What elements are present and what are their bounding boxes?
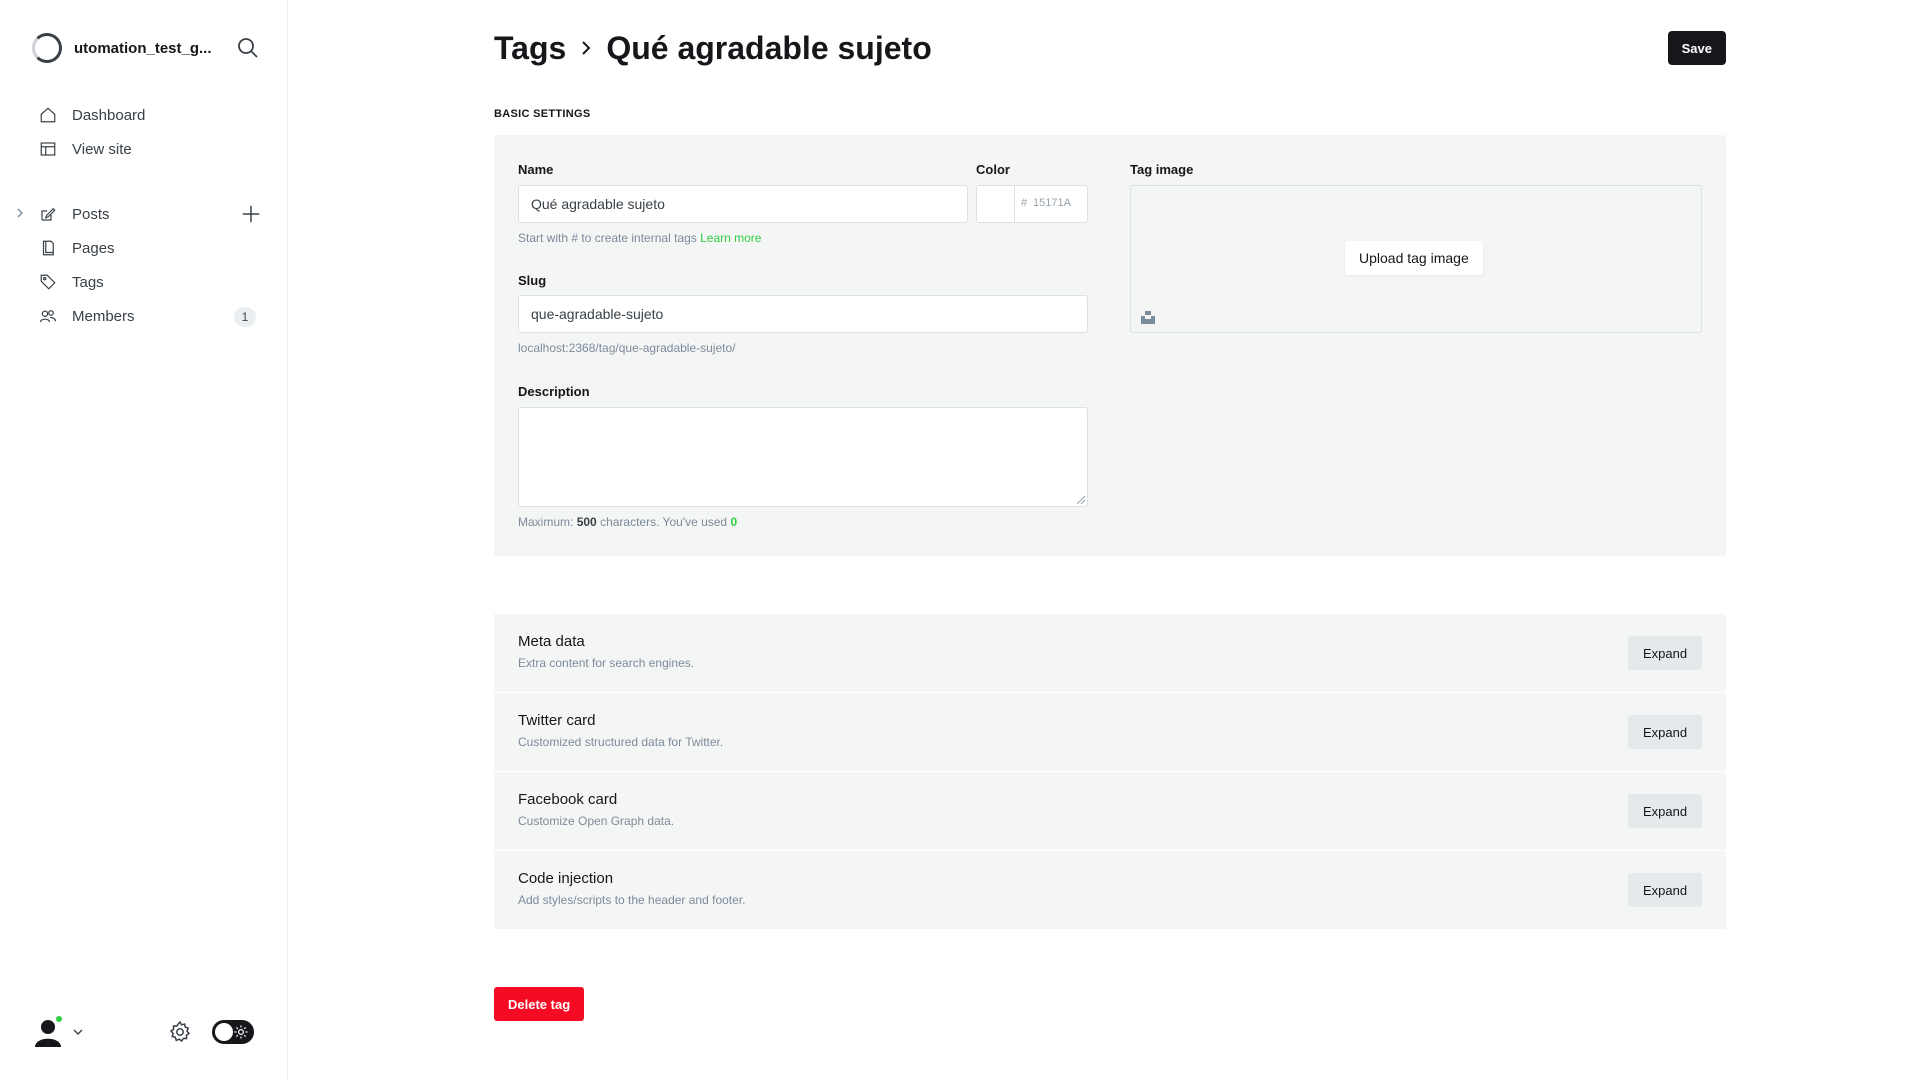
upload-tag-image-button[interactable]: Upload tag image (1345, 241, 1483, 275)
toggle-knob (215, 1023, 233, 1041)
sun-icon (234, 1025, 248, 1039)
nav-primary: Dashboard View site (24, 98, 264, 166)
color-field[interactable]: # 15171A (976, 185, 1088, 223)
theme-toggle[interactable] (212, 1020, 254, 1044)
description-hint: Maximum: 500 characters. You've used 0 (518, 515, 737, 529)
sidebar-item-label: Posts (72, 205, 110, 223)
color-hash: # (1021, 197, 1028, 209)
main-content: Tags Qué agradable sujeto Save Basic set… (494, 0, 1726, 1080)
section-description: Customized structured data for Twitter. (518, 735, 724, 749)
members-icon (38, 306, 58, 326)
desc-used-count: 0 (730, 515, 738, 529)
chevron-down-icon[interactable] (72, 1026, 84, 1038)
resize-handle-icon[interactable] (1077, 496, 1085, 504)
name-field[interactable]: Qué agradable sujeto (518, 185, 968, 223)
save-button[interactable]: Save (1667, 31, 1726, 65)
tag-icon (38, 272, 58, 292)
site-logo-icon (32, 33, 62, 63)
section-meta-data: Meta data Extra content for search engin… (494, 614, 1726, 692)
tag-image-dropzone[interactable]: Upload tag image (1130, 185, 1702, 333)
unsplash-icon[interactable] (1141, 310, 1155, 324)
sidebar-item-label: Dashboard (72, 106, 146, 124)
sidebar-item-tags[interactable]: Tags (24, 265, 264, 299)
basic-settings-heading: Basic settings (494, 108, 591, 120)
sidebar-item-posts[interactable]: Posts (17, 197, 264, 231)
search-icon[interactable] (236, 36, 260, 60)
online-status-dot (54, 1014, 64, 1024)
desc-hint-mid: characters. You've used (600, 515, 728, 529)
page-icon (38, 238, 58, 258)
section-description: Add styles/scripts to the header and foo… (518, 893, 746, 907)
basic-settings-card: Name Qué agradable sujeto Start with # t… (494, 135, 1726, 556)
sidebar-item-label: Pages (72, 239, 115, 257)
section-title: Meta data (518, 633, 585, 650)
sidebar-item-pages[interactable]: Pages (24, 231, 264, 265)
chevron-right-icon (582, 41, 591, 55)
expand-twitter-card-button[interactable]: Expand (1628, 715, 1702, 749)
page-title: Qué agradable sujeto (606, 29, 932, 66)
page-header: Tags Qué agradable sujeto Save (494, 28, 1726, 68)
expand-code-injection-button[interactable]: Expand (1628, 873, 1702, 907)
sidebar: utomation_test_g... Dashboard View site … (0, 0, 288, 1080)
sidebar-item-label: Members (72, 307, 135, 325)
description-field[interactable] (518, 407, 1088, 507)
section-facebook-card: Facebook card Customize Open Graph data.… (494, 772, 1726, 850)
expand-meta-data-button[interactable]: Expand (1628, 636, 1702, 670)
expandable-sections: Meta data Extra content for search engin… (494, 614, 1726, 930)
home-icon (38, 105, 58, 125)
sidebar-item-dashboard[interactable]: Dashboard (24, 98, 264, 132)
breadcrumb-tags-link[interactable]: Tags (494, 30, 566, 67)
color-input[interactable]: 15171A (1033, 197, 1083, 209)
section-description: Customize Open Graph data. (518, 814, 675, 828)
sidebar-item-view-site[interactable]: View site (24, 132, 264, 166)
expand-facebook-card-button[interactable]: Expand (1628, 794, 1702, 828)
color-swatch[interactable] (977, 186, 1015, 222)
section-code-injection: Code injection Add styles/scripts to the… (494, 851, 1726, 929)
name-hint: Start with # to create internal tags Lea… (518, 231, 761, 245)
learn-more-link[interactable]: Learn more (700, 231, 761, 245)
nav-content: Posts Pages Tags Members 1 (17, 197, 264, 333)
edit-icon (38, 204, 58, 224)
color-label: Color (976, 162, 1010, 177)
tag-image-label: Tag image (1130, 162, 1194, 177)
description-label: Description (518, 384, 590, 399)
slug-url: localhost:2368/tag/que-agradable-sujeto/ (518, 341, 736, 355)
slug-label: Slug (518, 273, 547, 288)
gear-icon[interactable] (168, 1020, 192, 1044)
sidebar-footer (32, 1014, 260, 1050)
sidebar-item-members[interactable]: Members 1 (24, 299, 264, 333)
sidebar-item-label: View site (72, 140, 132, 158)
layout-icon (38, 139, 58, 159)
desc-hint-prefix: Maximum: (518, 515, 574, 529)
chevron-right-icon[interactable] (14, 207, 26, 219)
sidebar-item-label: Tags (72, 273, 104, 291)
site-header[interactable]: utomation_test_g... (32, 32, 260, 64)
site-name[interactable]: utomation_test_g... (74, 40, 224, 57)
section-title: Twitter card (518, 712, 596, 729)
section-title: Code injection (518, 870, 614, 887)
section-title: Facebook card (518, 791, 618, 808)
name-hint-text: Start with # to create internal tags (518, 231, 697, 245)
add-post-icon[interactable] (240, 203, 262, 225)
members-count-badge: 1 (234, 307, 256, 327)
slug-field[interactable]: que-agradable-sujeto (518, 295, 1088, 333)
delete-tag-button[interactable]: Delete tag (494, 987, 585, 1021)
section-twitter-card: Twitter card Customized structured data … (494, 693, 1726, 771)
desc-max-count: 500 (576, 515, 597, 529)
name-label: Name (518, 162, 554, 177)
section-description: Extra content for search engines. (518, 656, 695, 670)
